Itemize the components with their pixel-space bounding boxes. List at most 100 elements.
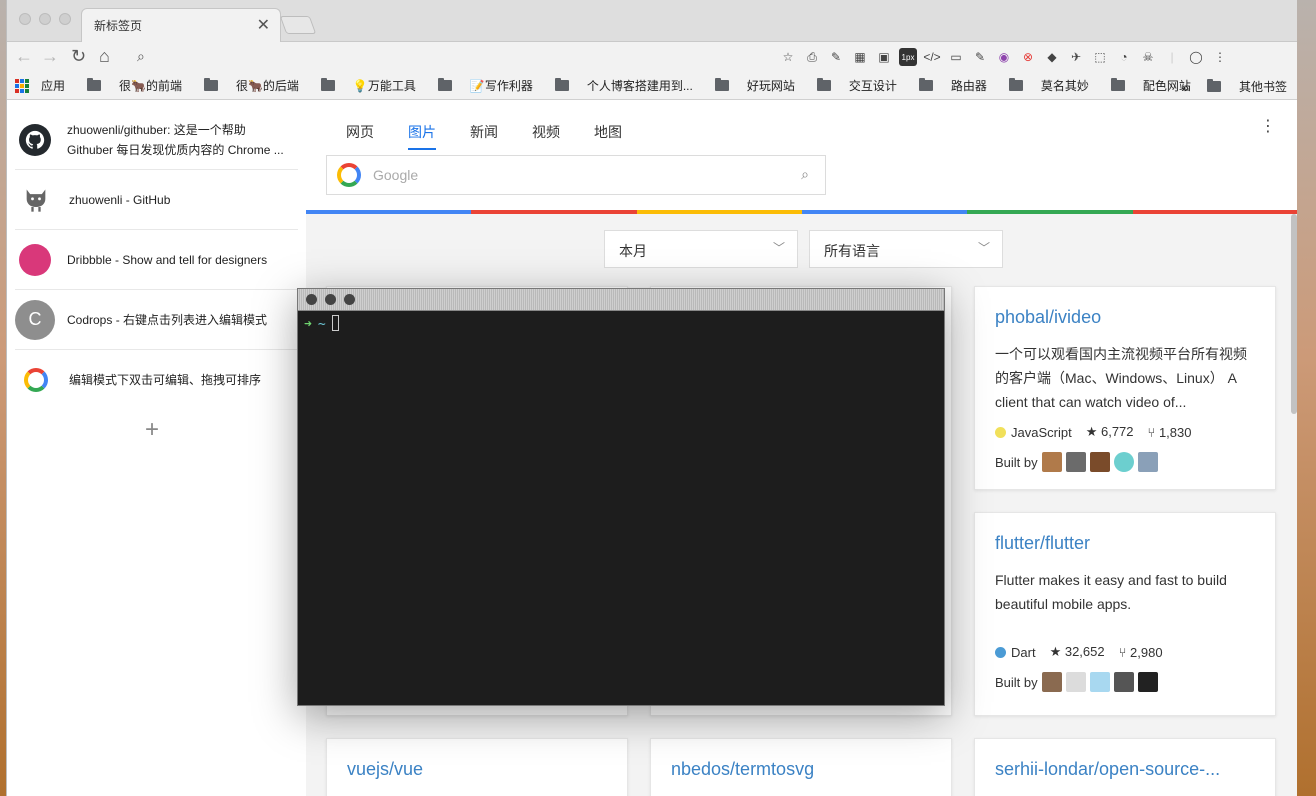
search-icon[interactable]: ⌕ (801, 166, 809, 183)
repo-card: serhii-londar/open-source-... (974, 738, 1276, 796)
bookmark-folder[interactable]: 很🐂的后端 (203, 77, 299, 94)
more-options-icon[interactable]: ⋮ (1260, 116, 1276, 136)
search-input[interactable]: Google (373, 167, 418, 183)
tab-maps[interactable]: 地图 (594, 122, 622, 150)
other-bookmarks[interactable]: 其他书签 (1239, 78, 1287, 95)
repo-stars: ★ 32,652 (1049, 644, 1105, 659)
avatar[interactable] (1065, 672, 1086, 692)
screenshot-icon[interactable]: ▣ (875, 48, 893, 66)
terminal-prompt[interactable]: ➜ ~ (304, 315, 339, 332)
avatar[interactable] (1089, 452, 1110, 472)
bookmark-folder[interactable]: 个人博客搭建用到... (554, 77, 693, 94)
tab-web[interactable]: 网页 (346, 122, 374, 150)
bookmark-folder[interactable]: 很🐂的前端 (87, 77, 182, 94)
repo-built-by: Built by (995, 452, 1255, 472)
avatar[interactable] (1041, 452, 1062, 472)
code-icon[interactable]: </> (923, 48, 941, 66)
blocker-icon[interactable]: ⊗ (1019, 48, 1037, 66)
wrench-icon[interactable]: ✎ (971, 48, 989, 66)
purple-extension-icon[interactable]: ◉ (995, 48, 1013, 66)
terminal-minimize-button[interactable] (325, 294, 336, 305)
sidebar-item-title: zhuowenli/githuber: 这是一个帮助 (67, 122, 246, 137)
google-search-box[interactable]: Google ⌕ (326, 155, 826, 195)
profile-icon[interactable]: ◯ (1187, 48, 1205, 66)
repo-built-by: Built by (995, 672, 1255, 692)
bookmark-label: 📝写作利器 (469, 79, 533, 93)
new-tab-button[interactable] (279, 16, 317, 34)
zoom-window-button[interactable] (59, 13, 71, 25)
avatar[interactable] (1113, 452, 1134, 472)
search-header: 网页 图片 新闻 视频 地图 ⋮ Google ⌕ (306, 100, 1297, 210)
chat-icon[interactable]: ◔ (1115, 48, 1133, 66)
tab-images[interactable]: 图片 (408, 122, 436, 150)
tab-videos[interactable]: 视频 (532, 122, 560, 150)
bookmark-folder[interactable]: 💡万能工具 (320, 77, 416, 94)
extension-icon[interactable]: ⎙ (803, 48, 821, 66)
bookmark-folder[interactable]: 好玩网站 (714, 77, 795, 94)
terminal-titlebar[interactable] (298, 289, 944, 311)
bookmark-label: 很🐂的后端 (235, 79, 299, 93)
avatar[interactable] (1137, 672, 1158, 692)
bookmark-folder[interactable]: 交互设计 (816, 77, 897, 94)
sidebar-item-githuber[interactable]: zhuowenli/githuber: 这是一个帮助 Githuber 每日发现… (15, 110, 298, 170)
minimize-window-button[interactable] (39, 13, 51, 25)
bookmark-folder[interactable]: 📝写作利器 (437, 77, 533, 94)
close-window-button[interactable] (19, 13, 31, 25)
apps-grid-icon (15, 78, 29, 93)
bookmark-star-icon[interactable]: ☆ (779, 48, 797, 66)
terminal-window[interactable]: ➜ ~ (297, 288, 945, 706)
cast-icon[interactable]: ▭ (947, 48, 965, 66)
avatar[interactable] (1065, 452, 1086, 472)
tab-news[interactable]: 新闻 (470, 122, 498, 150)
more-bookmarks-chevron-icon[interactable]: » (1181, 79, 1189, 95)
repo-title-link[interactable]: flutter/flutter (995, 533, 1255, 554)
forward-button[interactable]: → (41, 46, 59, 67)
qr-code-icon[interactable]: ▦ (851, 48, 869, 66)
page-scrollbar[interactable] (1291, 214, 1297, 414)
repo-meta: Dart ★ 32,652 ⑂ 2,980 (995, 644, 1255, 660)
terminal-zoom-button[interactable] (344, 294, 355, 305)
period-select[interactable]: 本月 ﹀ (604, 230, 798, 268)
octocat-icon (19, 182, 53, 217)
fox-icon[interactable]: ☠ (1139, 48, 1157, 66)
menu-icon[interactable]: ⋮ (1211, 48, 1229, 66)
evernote-icon[interactable]: ✎ (827, 48, 845, 66)
tab-close-icon[interactable]: ✕ (257, 15, 270, 35)
back-button[interactable]: ← (15, 46, 33, 67)
add-shortcut-button[interactable]: + (145, 416, 159, 444)
dribbble-icon (19, 243, 51, 276)
plane-icon[interactable]: ✈ (1067, 48, 1085, 66)
repo-title-link[interactable]: phobal/ivideo (995, 307, 1255, 328)
text-cursor (331, 315, 339, 331)
address-bar[interactable]: ⌕ (127, 44, 811, 70)
reload-button[interactable]: ↻ (71, 46, 86, 67)
terminal-close-button[interactable] (306, 294, 317, 305)
period-select-value: 本月 (619, 243, 647, 259)
bookmark-folder[interactable]: 路由器 (918, 77, 987, 94)
repo-title-link[interactable]: serhii-londar/open-source-... (995, 759, 1255, 780)
sidebar-item-dribbble[interactable]: Dribbble - Show and tell for designers (15, 230, 298, 290)
bookmark-folder[interactable]: 配色网站 (1110, 77, 1191, 94)
home-button[interactable]: ⌂ (99, 46, 110, 67)
folder-icon (1008, 78, 1023, 91)
sidebar-item-google-hint[interactable]: 编辑模式下双击可编辑、拖拽可排序 (15, 350, 298, 410)
avatar[interactable] (1137, 452, 1158, 472)
language-select[interactable]: 所有语言 ﹀ (809, 230, 1003, 268)
fullscreen-icon[interactable]: ⬚ (1091, 48, 1109, 66)
avatar[interactable] (1041, 672, 1062, 692)
bookmark-apps[interactable]: 应用 (15, 77, 65, 94)
layers-icon[interactable]: ◆ (1043, 48, 1061, 66)
repo-title-link[interactable]: nbedos/termtosvg (671, 759, 931, 780)
browser-toolbar: ← → ↻ ⌂ ⌕ ☆ ⎙ ✎ ▦ ▣ 1px </> ▭ ✎ ◉ ⊗ ◆ ✈ … (7, 42, 1297, 72)
avatar[interactable] (1113, 672, 1134, 692)
avatar[interactable] (1089, 672, 1110, 692)
pixel-ruler-icon[interactable]: 1px (899, 48, 917, 66)
bookmark-folder[interactable]: 莫名其妙 (1008, 77, 1089, 94)
sidebar-item-codrops[interactable]: C Codrops - 右键点击列表进入编辑模式 (15, 290, 298, 350)
repo-meta: JavaScript ★ 6,772 ⑂ 1,830 (995, 424, 1255, 440)
tab-new-tab[interactable]: 新标签页 ✕ (81, 8, 281, 42)
sidebar-item-github-profile[interactable]: zhuowenli - GitHub (15, 170, 298, 230)
repo-title-link[interactable]: vuejs/vue (347, 759, 607, 780)
sidebar-item-text: Codrops - 右键点击列表进入编辑模式 (67, 310, 267, 330)
folder-icon (1206, 79, 1221, 92)
